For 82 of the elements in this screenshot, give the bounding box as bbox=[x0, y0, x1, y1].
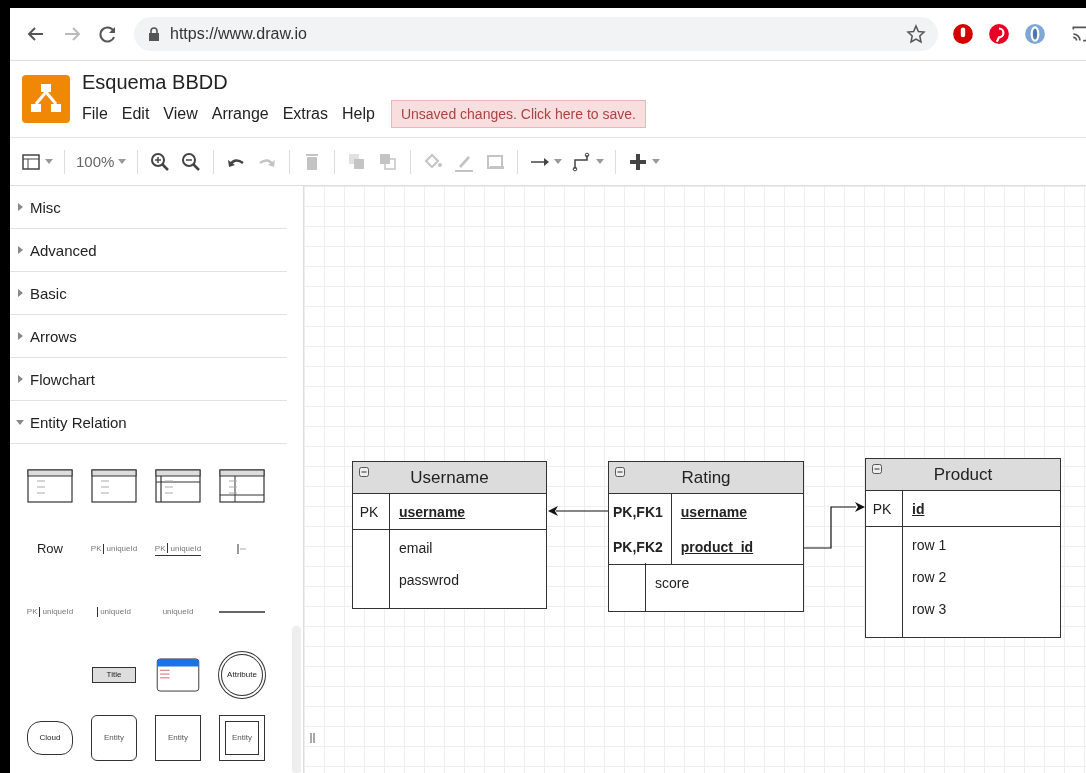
section-label[interactable]: Advanced bbox=[30, 241, 97, 259]
entity-table[interactable]: Rating PK,FK1 username PK,FK2 product_id score bbox=[608, 461, 804, 612]
section-label[interactable]: Arrows bbox=[30, 327, 77, 345]
table-shape-drawing[interactable] bbox=[219, 468, 265, 503]
table-title: Product bbox=[933, 464, 993, 485]
stop-sign-icon[interactable] bbox=[952, 23, 974, 45]
expanded-triangle-icon[interactable] bbox=[16, 418, 24, 426]
address-bar[interactable]: https://www.draw.io bbox=[134, 17, 938, 51]
field-name: row 1 bbox=[912, 537, 947, 553]
collapsed-triangle-icon[interactable] bbox=[16, 289, 24, 297]
diagram-canvas[interactable]: Username PK username email passwrod Rating PK,FK1 username PK,FK2 product_id score Product PK id row 1 row 2 row 3 bbox=[304, 186, 1086, 773]
table-shape-drawing[interactable] bbox=[91, 468, 137, 503]
collapsed-triangle-icon[interactable] bbox=[16, 246, 24, 254]
field-name: username bbox=[680, 503, 747, 520]
section-label[interactable]: Entity Relation bbox=[30, 413, 127, 431]
collapse-icon[interactable] bbox=[615, 467, 625, 477]
pin-icon[interactable] bbox=[988, 23, 1010, 45]
table-title: Rating bbox=[681, 467, 731, 488]
connector-arrow[interactable] bbox=[803, 502, 865, 549]
star-icon[interactable] bbox=[906, 24, 926, 44]
section-label[interactable]: Flowchart bbox=[30, 370, 96, 388]
menu-item[interactable]: Help bbox=[342, 104, 375, 123]
globe-icon[interactable] bbox=[1024, 23, 1046, 45]
logo-icon bbox=[22, 75, 70, 123]
key-label: PK bbox=[872, 500, 892, 517]
sidebar-section[interactable]: Arrows bbox=[10, 315, 287, 358]
reload-icon[interactable] bbox=[98, 24, 118, 44]
zoom-dropdown[interactable]: 100% bbox=[76, 153, 115, 170]
sidebar-section[interactable]: Misc bbox=[10, 186, 287, 229]
divider-shape-icon[interactable] bbox=[236, 543, 248, 554]
section-label[interactable]: Basic bbox=[30, 284, 67, 302]
row-shape[interactable]: uniqueId bbox=[162, 605, 194, 618]
menu-item[interactable]: File bbox=[82, 104, 108, 123]
collapsed-triangle-icon[interactable] bbox=[16, 203, 24, 211]
entity-shape[interactable]: Entity bbox=[219, 714, 265, 761]
entity-table[interactable]: Username PK username email passwrod bbox=[352, 461, 547, 609]
field-name: row 2 bbox=[912, 569, 947, 585]
table-shape-drawing[interactable] bbox=[155, 468, 201, 503]
section-label[interactable]: Misc bbox=[30, 198, 61, 216]
key-label: PK,FK2 bbox=[613, 538, 663, 555]
caret-icon[interactable] bbox=[554, 159, 563, 164]
connector-arrow[interactable] bbox=[548, 506, 609, 516]
lock-icon bbox=[148, 27, 160, 41]
entity-shape[interactable]: Entity bbox=[155, 714, 201, 761]
unsaved-notice[interactable]: Unsaved changes. Click here to save. bbox=[390, 99, 646, 128]
collapsed-triangle-icon[interactable] bbox=[16, 375, 24, 383]
entity-shape[interactable]: Entity bbox=[91, 714, 137, 761]
caret-icon[interactable] bbox=[596, 159, 605, 164]
cloud-shape[interactable]: Cloud bbox=[27, 720, 73, 755]
attribute-shape[interactable]: Attribute bbox=[221, 653, 263, 696]
key-label: PK,FK1 bbox=[613, 503, 663, 520]
menu-item[interactable]: Extras bbox=[282, 104, 328, 123]
field-name: email bbox=[399, 540, 433, 556]
sidebar-section[interactable]: Advanced bbox=[10, 229, 287, 272]
sidebar-section[interactable]: Basic bbox=[10, 272, 287, 315]
collapsed-triangle-icon[interactable] bbox=[16, 332, 24, 340]
field-name: product_id bbox=[680, 538, 754, 555]
field-name: username bbox=[399, 503, 466, 520]
document-title[interactable]: Esquema BBDD bbox=[82, 70, 646, 94]
caret-icon[interactable] bbox=[118, 159, 127, 164]
field-name: id bbox=[912, 500, 925, 517]
field-name: score bbox=[655, 575, 690, 591]
caret-icon[interactable] bbox=[45, 159, 53, 164]
line-shape[interactable] bbox=[219, 610, 265, 613]
splitter-handle-icon[interactable] bbox=[310, 733, 316, 743]
sidebar-section[interactable]: Flowchart bbox=[10, 358, 287, 401]
table-shape-drawing[interactable] bbox=[27, 468, 73, 503]
field-name: passwrod bbox=[399, 572, 459, 588]
menu-item[interactable]: Arrange bbox=[211, 104, 269, 123]
field-name: row 3 bbox=[912, 601, 947, 617]
title-shape[interactable]: Title bbox=[92, 666, 136, 683]
table-title: Username bbox=[410, 467, 489, 488]
menu-item[interactable]: View bbox=[163, 104, 198, 123]
entity-table[interactable]: Product PK id row 1 row 2 row 3 bbox=[865, 458, 1061, 638]
key-label: PK bbox=[359, 503, 379, 520]
menu-item[interactable]: Edit bbox=[121, 104, 150, 123]
row-shape[interactable]: Row bbox=[37, 541, 63, 556]
collapse-icon[interactable] bbox=[359, 467, 369, 477]
entity-shape-drawing[interactable] bbox=[155, 657, 201, 692]
collapse-icon[interactable] bbox=[872, 464, 882, 474]
sidebar-section[interactable]: Entity Relation bbox=[10, 401, 287, 444]
caret-icon[interactable] bbox=[652, 159, 661, 164]
